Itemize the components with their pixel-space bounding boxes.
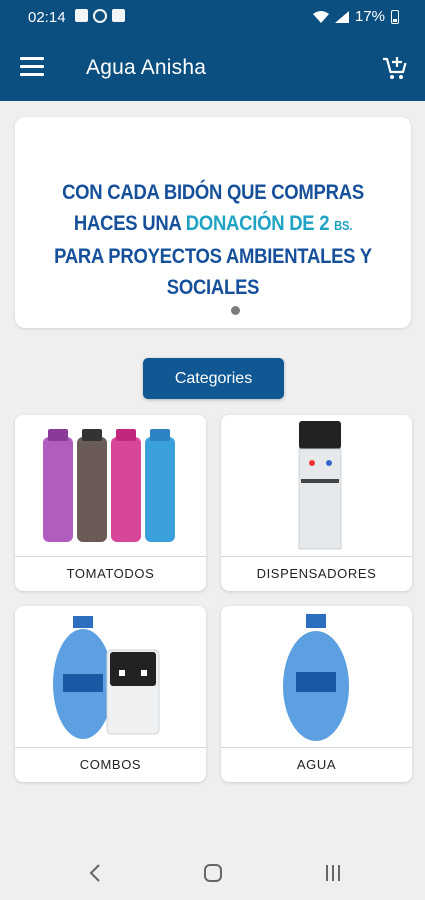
banner-line-3: PARA PROYECTOS AMBIENTALES Y SOCIALES [54,244,372,299]
carousel-indicator-dot[interactable] [231,306,240,315]
add-to-cart-icon[interactable] [381,54,409,82]
signal-icon [334,10,349,23]
banner-line-2: HACES UNA DONACIÓN DE 2 BS. [43,208,384,241]
categories-button[interactable]: Categories [143,358,284,399]
status-time: 02:14 [28,9,66,26]
back-icon[interactable] [80,858,110,888]
banner-donation-text: DONACIÓN DE 2 [185,211,335,235]
app-notification-icon [93,9,107,23]
water-dispenser-image [298,421,342,550]
category-label: DISPENSADORES [221,556,412,591]
app-bar: Agua Anisha [0,34,425,101]
bottles-image [43,429,175,542]
combo-image [53,616,160,739]
image-icon [112,9,125,22]
category-label: TOMATODOS [15,556,206,591]
category-label: AGUA [221,747,412,782]
category-label: COMBOS [15,747,206,782]
hamburger-menu-icon[interactable] [20,57,44,77]
banner-line-2a: HACES UNA [73,211,186,235]
banner-text: CON CADA BIDÓN QUE COMPRAS HACES UNA DON… [43,177,384,303]
battery-percent: 17% [354,8,385,25]
promo-banner[interactable]: CON CADA BIDÓN QUE COMPRAS HACES UNA DON… [15,117,411,328]
category-card-dispensadores[interactable]: DISPENSADORES [221,415,412,591]
status-bar: 02:14 17% [0,0,425,34]
message-icon [75,9,88,22]
recent-apps-icon[interactable] [318,858,348,888]
category-card-tomatodos[interactable]: TOMATODOS [15,415,206,591]
app-title: Agua Anisha [86,56,207,79]
app-header: 02:14 17% Agua Anisha [0,0,425,101]
home-icon[interactable] [198,858,228,888]
system-navigation-bar [0,840,425,900]
category-card-agua[interactable]: AGUA [221,606,412,782]
water-jug-image [283,614,349,741]
notification-icons [75,9,125,23]
banner-line-1: CON CADA BIDÓN QUE COMPRAS [62,180,364,204]
banner-currency: BS. [334,218,353,233]
battery-icon [391,9,399,24]
status-right: 17% [312,8,399,25]
wifi-icon [312,10,329,23]
category-card-combos[interactable]: COMBOS [15,606,206,782]
